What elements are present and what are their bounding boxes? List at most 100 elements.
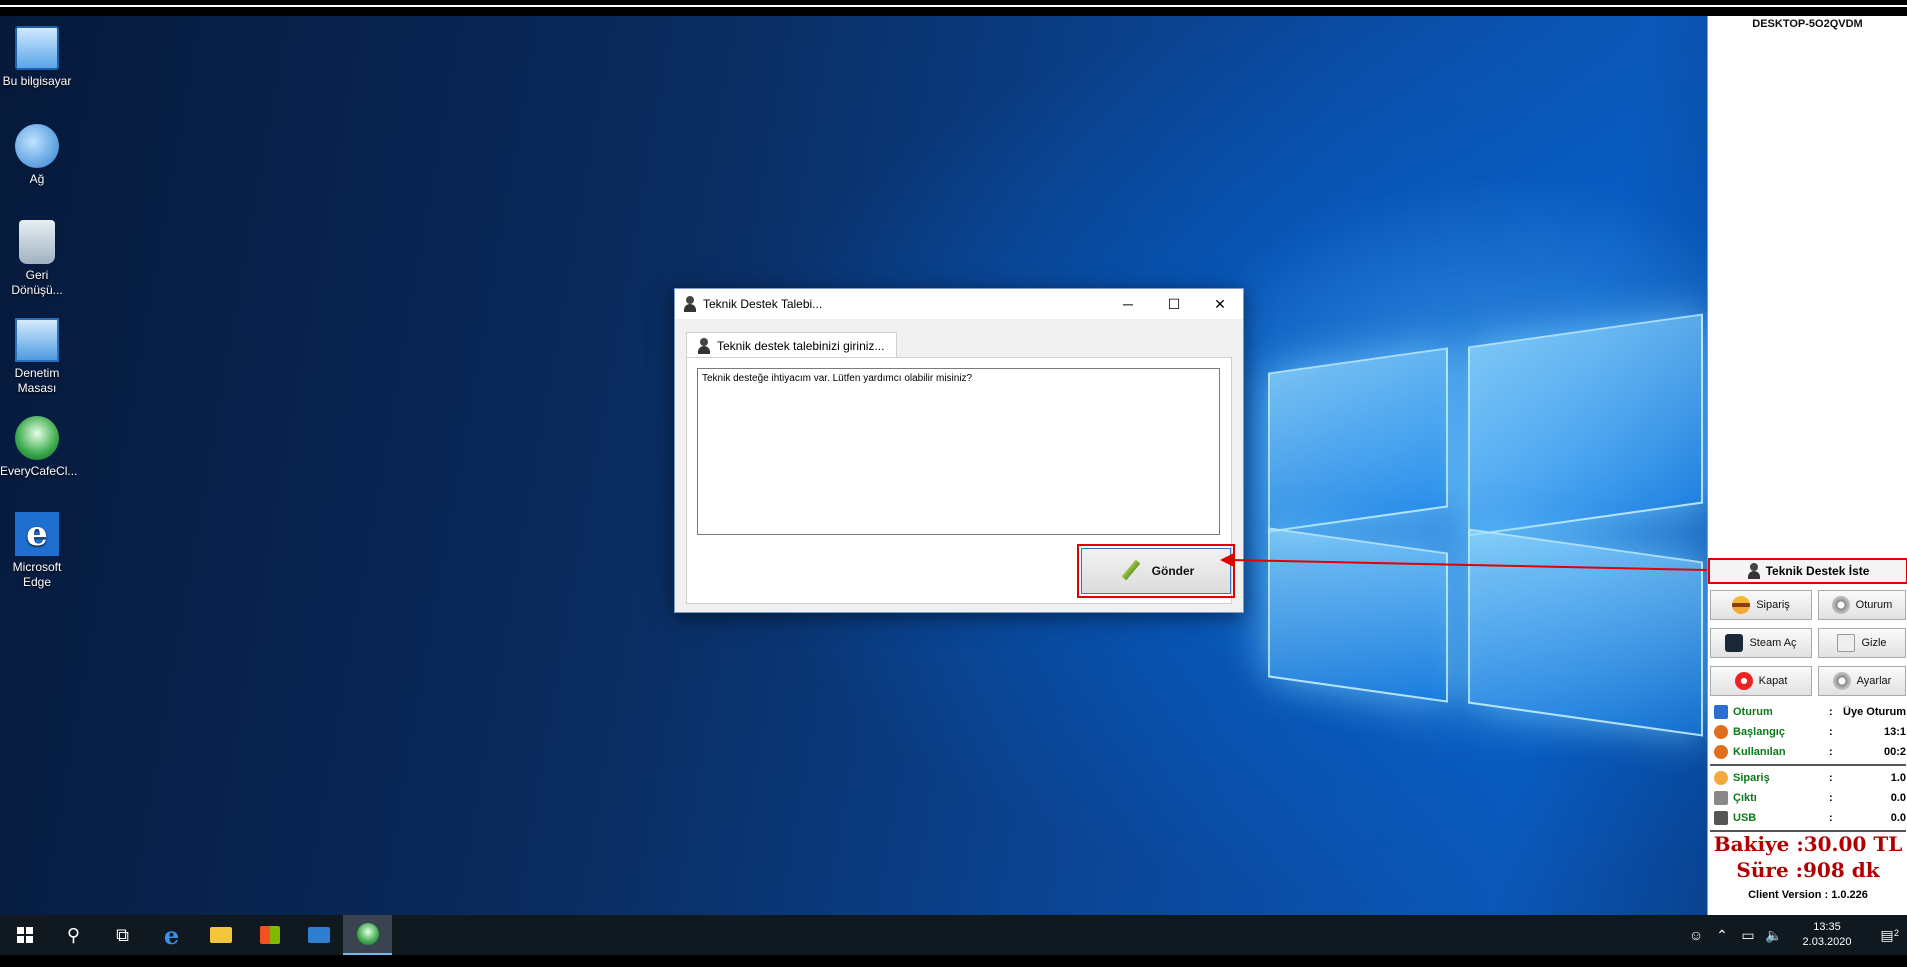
- dialog-title: Teknik Destek Talebi...: [703, 297, 823, 311]
- minimize-button[interactable]: ─: [1105, 289, 1151, 319]
- monitor-icon: [1714, 705, 1728, 719]
- desktop-icon-label: Microsoft Edge: [12, 560, 62, 589]
- tab-support-request[interactable]: Teknik destek talebinizi giriniz...: [686, 332, 898, 358]
- send-button[interactable]: Gönder: [1081, 548, 1231, 594]
- windows-icon: [16, 927, 33, 943]
- computer-icon: [15, 26, 59, 70]
- usage-info: Sipariş : 1.0 Çıktı : 0.0 USB : 0.0: [1710, 768, 1906, 828]
- info-value: 13:1: [1883, 726, 1906, 738]
- everycafe-icon: [15, 416, 59, 460]
- taskbar-store[interactable]: [245, 915, 294, 955]
- notification-icon: ▤: [1880, 926, 1894, 943]
- steam-icon: [1725, 634, 1744, 652]
- request-support-label: Teknik Destek İste: [1765, 564, 1870, 578]
- usb-icon: [1714, 811, 1728, 825]
- taskbar: ⚲ ⧉ e ☺ ⌃ ▭ 🔈 13:35 2.03.2020 ▤ 2: [0, 915, 1907, 955]
- search-button[interactable]: ⚲: [49, 915, 98, 955]
- desktop-icon-edge[interactable]: e Microsoft Edge: [0, 512, 74, 590]
- hide-button-label: Gizle: [1861, 637, 1887, 649]
- info-colon: :: [1829, 792, 1833, 804]
- balance-text: Bakiye :30.00 TL: [1713, 832, 1903, 856]
- info-value: 00:2: [1883, 746, 1906, 758]
- system-tray: ☺ ⌃ ▭ 🔈 13:35 2.03.2020 ▤ 2: [1683, 915, 1907, 955]
- desktop-icon-recycle-bin[interactable]: Geri Dönüşü...: [0, 220, 74, 298]
- edge-icon: e: [15, 512, 59, 556]
- task-view-icon: ⧉: [116, 924, 129, 945]
- info-value: 0.0: [1890, 812, 1906, 824]
- dialog-titlebar[interactable]: Teknik Destek Talebi... ─ ☐ ✕: [675, 289, 1243, 319]
- notification-center[interactable]: ▤ 2: [1867, 927, 1907, 944]
- network-icon[interactable]: ▭: [1735, 927, 1761, 944]
- send-button-label: Gönder: [1151, 564, 1195, 578]
- chevron-up-icon[interactable]: ⌃: [1709, 927, 1735, 944]
- taskbar-mail[interactable]: [294, 915, 343, 955]
- info-row-print: Çıktı : 0.0: [1710, 788, 1906, 808]
- desktop-icon-everycafe[interactable]: EveryCafeCl...: [0, 416, 77, 479]
- info-value: Üye Oturum: [1843, 706, 1906, 718]
- bottom-strip: [0, 955, 1907, 967]
- steam-button-label: Steam Aç: [1749, 637, 1797, 649]
- task-view-button[interactable]: ⧉: [98, 915, 147, 955]
- clock-date: 2.03.2020: [1802, 936, 1852, 948]
- network-icon: [15, 124, 59, 168]
- settings-button[interactable]: Ayarlar: [1818, 666, 1906, 696]
- people-icon[interactable]: ☺: [1683, 927, 1709, 943]
- desktop: Bu bilgisayar Ağ Geri Dönüşü... Denetim …: [0, 0, 1907, 915]
- search-icon: ⚲: [66, 924, 81, 945]
- pencil-icon: [1118, 559, 1142, 583]
- info-label: Oturum: [1733, 706, 1773, 718]
- support-person-icon: [697, 337, 711, 354]
- notification-count: 2: [1893, 927, 1899, 938]
- close-button[interactable]: ✕: [1197, 289, 1243, 319]
- info-colon: :: [1829, 812, 1833, 824]
- info-value: 1.0: [1890, 772, 1906, 784]
- taskbar-edge[interactable]: e: [147, 915, 196, 955]
- taskbar-everycafe[interactable]: [343, 915, 392, 955]
- gear-icon: [1831, 596, 1850, 614]
- support-message-input[interactable]: [697, 368, 1220, 535]
- clock-icon: [1714, 745, 1728, 759]
- info-row-usb: USB : 0.0: [1710, 808, 1906, 828]
- clock-icon: [1714, 725, 1728, 739]
- request-support-button[interactable]: Teknik Destek İste: [1708, 558, 1907, 584]
- start-button[interactable]: [0, 915, 49, 955]
- client-panel: DESKTOP-5O2QVDM Teknik Destek İste Sipar…: [1707, 16, 1907, 915]
- shutdown-button[interactable]: Kapat: [1710, 666, 1812, 696]
- info-label: USB: [1733, 812, 1757, 824]
- info-label: Sipariş: [1733, 772, 1770, 784]
- maximize-button[interactable]: ☐: [1151, 289, 1197, 319]
- info-row-start: Başlangıç : 13:1: [1710, 722, 1906, 742]
- edge-icon: e: [163, 920, 180, 950]
- info-label: Kullanılan: [1733, 746, 1786, 758]
- info-row-session: Oturum : Üye Oturum: [1710, 702, 1906, 722]
- tab-panel: Gönder: [686, 357, 1235, 604]
- info-colon: :: [1829, 726, 1833, 738]
- session-button[interactable]: Oturum: [1818, 590, 1906, 620]
- desktop-icon-this-pc[interactable]: Bu bilgisayar: [0, 26, 74, 89]
- taskbar-file-explorer[interactable]: [196, 915, 245, 955]
- info-label: Başlangıç: [1733, 726, 1785, 738]
- volume-icon[interactable]: 🔈: [1761, 927, 1787, 944]
- shutdown-button-label: Kapat: [1758, 675, 1788, 687]
- order-button[interactable]: Sipariş: [1710, 590, 1812, 620]
- hide-button[interactable]: Gizle: [1818, 628, 1906, 658]
- top-bar: [0, 0, 1907, 16]
- divider: [1710, 764, 1906, 766]
- info-label: Çıktı: [1733, 792, 1757, 804]
- recycle-bin-icon: [19, 220, 55, 264]
- info-colon: :: [1829, 772, 1833, 784]
- desktop-icon-label: Geri Dönüşü...: [11, 268, 63, 297]
- desktop-icon-label: Denetim Masası: [14, 366, 60, 395]
- clock-time: 13:35: [1813, 921, 1841, 933]
- session-info: Oturum : Üye Oturum Başlangıç : 13:1 Kul…: [1710, 702, 1906, 762]
- clock[interactable]: 13:35 2.03.2020: [1787, 920, 1867, 950]
- info-value: 0.0: [1890, 792, 1906, 804]
- desktop-icon-control-panel[interactable]: Denetim Masası: [0, 318, 74, 396]
- printer-icon: [1714, 791, 1728, 805]
- desktop-icon-label: Bu bilgisayar: [2, 74, 72, 88]
- desktop-icon-network[interactable]: Ağ: [0, 124, 74, 187]
- steam-open-button[interactable]: Steam Aç: [1710, 628, 1812, 658]
- annotation-arrow: [1220, 553, 1708, 571]
- send-button-highlight: Gönder: [1077, 544, 1235, 598]
- support-person-icon: [1747, 563, 1761, 579]
